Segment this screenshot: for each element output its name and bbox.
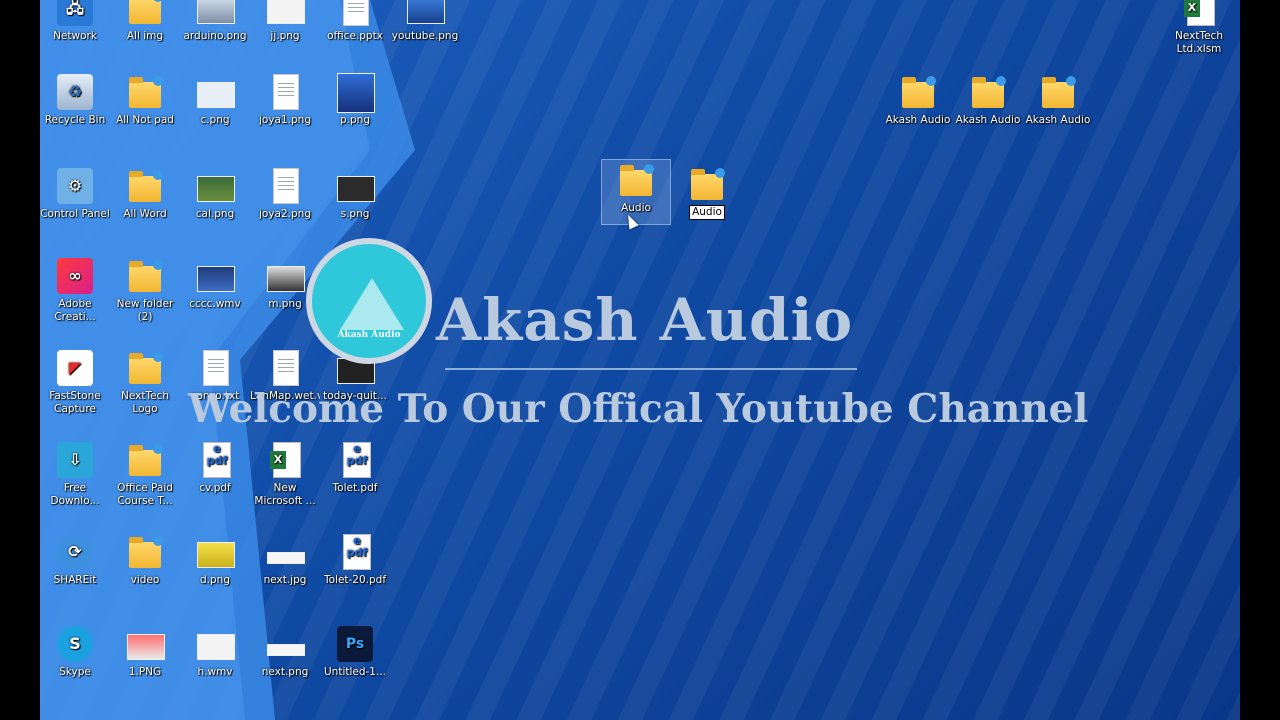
contact-file-icon	[265, 348, 305, 388]
desktop-icon-new-folder-2[interactable]: New folder (2)	[110, 256, 180, 324]
desktop-icon-network[interactable]: 🖧 Network	[40, 0, 110, 43]
desktop-icon-faststone[interactable]: ◤ FastStone Capture	[40, 348, 110, 416]
desktop-icon-skype[interactable]: S Skype	[40, 624, 110, 679]
folder-icon	[125, 166, 165, 206]
desktop-icon-akash-audio-1[interactable]: Akash Audio	[882, 72, 954, 127]
folder-icon	[125, 440, 165, 480]
text-file-icon	[195, 348, 235, 388]
desktop-icon-office-paid-course[interactable]: Office Paid Course T...	[110, 440, 180, 508]
desktop-icon-d-png[interactable]: d.png	[180, 532, 250, 587]
desktop-icon-akash-audio-2[interactable]: Akash Audio	[952, 72, 1024, 127]
image-file-icon	[265, 624, 305, 664]
faststone-capture-icon: ◤	[55, 348, 95, 388]
folder-icon	[687, 164, 727, 204]
video-file-icon	[195, 624, 235, 664]
image-file-icon	[265, 0, 305, 28]
desktop-icon-office-pptx[interactable]: office.pptx	[320, 0, 390, 43]
photoshop-file-icon: Ps	[335, 624, 375, 664]
desktop-icon-cv-pdf[interactable]: e pdf cv.pdf	[180, 440, 250, 495]
desktop-icon-recycle-bin[interactable]: ♻ Recycle Bin	[40, 72, 110, 127]
desktop-icon-audio-selected[interactable]: Audio	[601, 159, 671, 225]
pdf-file-icon: e pdf	[335, 440, 375, 480]
rename-input[interactable]: Audio	[689, 205, 725, 220]
image-file-icon	[195, 532, 235, 572]
image-file-icon	[125, 624, 165, 664]
folder-icon	[125, 532, 165, 572]
desktop-icon-nexttech-logo[interactable]: NextTech Logo	[110, 348, 180, 416]
desktop-icon-control-panel[interactable]: ⚙ Control Panel	[40, 166, 110, 221]
desktop-icon-audio-renaming[interactable]: Audio	[672, 164, 742, 220]
desktop-icon-joya2[interactable]: joya2.png	[250, 166, 320, 221]
adobe-creative-cloud-icon: ∞	[55, 256, 95, 296]
shareit-icon: ⟳	[55, 532, 95, 572]
video-file-icon	[195, 256, 235, 296]
desktop-icon-c-png[interactable]: c.png	[180, 72, 250, 127]
desktop-icon-h-wmv[interactable]: h.wmv	[180, 624, 250, 679]
desktop-icon-cccc-wmv[interactable]: cccc.wmv	[180, 256, 250, 311]
image-file-icon	[265, 166, 305, 206]
folder-icon	[968, 72, 1008, 112]
desktop-icon-tolet-pdf[interactable]: e pdf Tolet.pdf	[320, 440, 390, 495]
image-file-icon	[265, 532, 305, 572]
desktop-icon-next-png[interactable]: next.png	[250, 624, 320, 679]
desktop-icon-next-jpg[interactable]: next.jpg	[250, 532, 320, 587]
excel-file-icon: X	[265, 440, 305, 480]
desktop-icon-youtube-png[interactable]: youtube.png	[390, 0, 460, 43]
brand-subtitle: Welcome To Our Offical Youtube Channel	[188, 386, 1089, 432]
image-file-icon	[335, 166, 375, 206]
image-file-icon	[195, 166, 235, 206]
image-file-icon	[265, 256, 305, 296]
image-file-icon	[265, 72, 305, 112]
folder-icon	[125, 72, 165, 112]
image-file-icon	[195, 72, 235, 112]
desktop-icon-s-png[interactable]: s.png	[320, 166, 390, 221]
folder-icon	[125, 0, 165, 28]
desktop-icon-all-notpad[interactable]: All Not pad	[110, 72, 180, 127]
desktop-icon-new-microsoft[interactable]: X New Microsoft ...	[250, 440, 320, 508]
excel-file-icon: X	[1179, 0, 1219, 28]
desktop-icon-akash-audio-3[interactable]: Akash Audio	[1022, 72, 1094, 127]
desktop-icon-video[interactable]: video	[110, 532, 180, 587]
skype-icon: S	[55, 624, 95, 664]
desktop-icon-joya1[interactable]: joya1.png	[250, 72, 320, 127]
desktop-icon-arduino[interactable]: arduino.png	[180, 0, 250, 43]
image-file-icon	[335, 72, 375, 113]
image-file-icon	[195, 0, 235, 28]
desktop-icon-cal-png[interactable]: cal.png	[180, 166, 250, 221]
desktop-icon-free-download[interactable]: ⇩ Free Downlo...	[40, 440, 110, 508]
image-file-icon	[405, 0, 445, 28]
brand-divider	[445, 368, 857, 370]
folder-icon	[125, 256, 165, 296]
desktop-icon-adobe[interactable]: ∞ Adobe Creati...	[40, 256, 110, 324]
powerpoint-file-icon	[335, 0, 375, 28]
folder-icon	[898, 72, 938, 112]
desktop-icon-nexttech-xlsm[interactable]: X NextTech Ltd.xlsm	[1164, 0, 1234, 56]
pdf-file-icon: e pdf	[335, 532, 375, 572]
control-panel-icon: ⚙	[55, 166, 95, 206]
desktop-icon-tolet-20-pdf[interactable]: e pdf Tolet-20.pdf	[320, 532, 390, 587]
desktop-icon-all-word[interactable]: All Word	[110, 166, 180, 221]
desktop-icon-1-png[interactable]: 1.PNG	[110, 624, 180, 679]
folder-icon	[125, 348, 165, 388]
brand-title: Akash Audio	[436, 286, 854, 354]
desktop-icon-p-png[interactable]: p.png	[320, 72, 390, 127]
network-icon: 🖧	[55, 0, 95, 28]
recycle-bin-icon: ♻	[55, 72, 95, 112]
folder-icon	[616, 160, 656, 200]
free-download-icon: ⇩	[55, 440, 95, 480]
desktop-icon-untitled-psd[interactable]: Ps Untitled-1...	[320, 624, 390, 679]
logo-triangle-icon	[340, 278, 404, 330]
pdf-file-icon: e pdf	[195, 440, 235, 480]
desktop-icon-all-img[interactable]: All img	[110, 0, 180, 43]
desktop[interactable]: 🖧 Network ♻ Recycle Bin ⚙ Control Panel …	[40, 0, 1240, 720]
channel-logo: Akash Audio	[306, 238, 432, 364]
folder-icon	[1038, 72, 1078, 112]
desktop-icon-jj-png[interactable]: jj.png	[250, 0, 320, 43]
desktop-icon-shareit[interactable]: ⟳ SHAREit	[40, 532, 110, 587]
